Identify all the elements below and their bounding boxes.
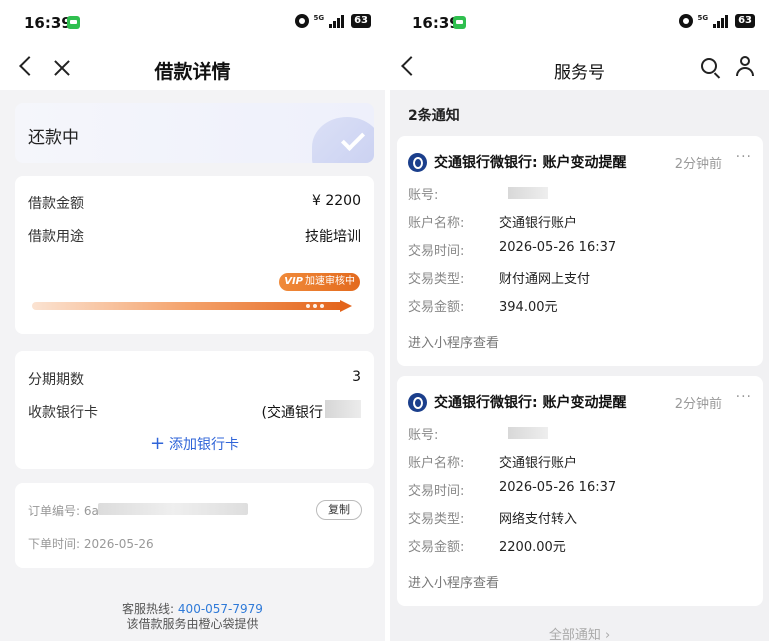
notification-header: 交通银行微银行: 账户变动提醒 2分钟前 ··· (408, 149, 752, 172)
progress-dots (306, 304, 324, 308)
message-notification-icon (67, 16, 80, 29)
field-key: 账号: (408, 428, 439, 443)
signal-icon (713, 14, 729, 28)
masked-account (508, 187, 548, 199)
order-info-card: 订单编号: 6a 复制 下单时间: 2026-05-26 (15, 483, 374, 568)
vip-icon: VIP (284, 276, 303, 287)
field-value: 交通银行账户 (499, 456, 578, 471)
field-account-name: 账户名称: 交通银行账户 (408, 212, 752, 231)
notification-card[interactable]: 交通银行微银行: 账户变动提醒 2分钟前 ··· 账号: 账户名称: 交通银行账… (397, 376, 763, 606)
field-time: 交易时间: 2026-05-26 16:37 (408, 480, 752, 499)
add-bank-card-button[interactable]: + 添加银行卡 (15, 433, 374, 454)
notification-time: 2分钟前 (674, 157, 722, 172)
status-bar: 16:39 5G 63 (0, 0, 385, 46)
more-icon[interactable]: ··· (736, 389, 752, 405)
loan-status-card: 还款中 (15, 103, 374, 163)
field-key: 账户名称: (408, 216, 465, 231)
field-key: 交易类型: (408, 272, 465, 287)
status-bar: 16:39 5G 63 (390, 0, 769, 46)
vip-badge-label: 加速审核中 (305, 276, 355, 287)
masked-order-number (98, 503, 248, 515)
installment-card: 分期期数 3 收款银行卡 (交通银行 + 添加银行卡 (15, 351, 374, 469)
field-value: 网络支付转入 (499, 512, 578, 527)
field-key: 交易类型: (408, 512, 465, 527)
notification-title: 交通银行微银行: 账户变动提醒 (434, 395, 627, 411)
alarm-icon (295, 14, 310, 28)
field-value: 2200.00元 (499, 540, 566, 555)
installments-label: 分期期数 (28, 372, 84, 388)
notification-title: 交通银行微银行: 账户变动提醒 (434, 155, 627, 171)
bank-logo-icon (408, 393, 427, 412)
field-key: 交易金额: (408, 540, 465, 555)
nav-bar: 借款详情 (0, 46, 385, 90)
hotline-label: 客服热线: (122, 602, 175, 616)
bank-logo-icon (408, 153, 427, 172)
field-value: 2026-05-26 16:37 (499, 240, 617, 255)
plus-icon: + (149, 433, 166, 454)
field-amount: 交易金额: 394.00元 (408, 296, 752, 315)
provider-note: 该借款服务由橙心袋提供 (126, 617, 259, 631)
order-number-label: 订单编号: 6a (28, 504, 99, 518)
field-amount: 交易金额: 2200.00元 (408, 536, 752, 555)
bank-card-label: 收款银行卡 (28, 405, 98, 421)
loan-status: 还款中 (28, 128, 79, 148)
service-account-screen: 16:39 5G 63 服务号 2条通知 交通银行微银行: 账户变动提醒 2分钟… (390, 0, 769, 641)
network-type: 5G (697, 14, 709, 22)
vip-review-badge: VIP 加速审核中 (279, 273, 360, 291)
user-icon[interactable] (735, 56, 755, 76)
field-key: 交易金额: (408, 300, 465, 315)
field-key: 交易时间: (408, 244, 465, 259)
notification-time: 2分钟前 (674, 397, 722, 412)
amount-label: 借款金额 (28, 196, 84, 212)
field-type: 交易类型: 网络支付转入 (408, 508, 752, 527)
masked-card-number (325, 400, 361, 418)
field-type: 交易类型: 财付通网上支付 (408, 268, 752, 287)
alarm-icon (679, 14, 694, 28)
system-icons: 5G 63 (295, 14, 371, 28)
open-miniprogram-link[interactable]: 进入小程序查看 (408, 572, 499, 591)
notification-card[interactable]: 交通银行微银行: 账户变动提醒 2分钟前 ··· 账号: 账户名称: 交通银行账… (397, 136, 763, 366)
loan-amount-card: 借款金额 ¥ 2200 借款用途 技能培训 VIP 加速审核中 (15, 176, 374, 334)
message-notification-icon (453, 16, 466, 29)
signal-icon (329, 14, 345, 28)
status-time: 16:39 (24, 14, 72, 32)
amount-value: ¥ 2200 (312, 193, 361, 209)
review-progress-bar (32, 300, 352, 312)
field-value: 交通银行账户 (499, 216, 578, 231)
field-account-name: 账户名称: 交通银行账户 (408, 452, 752, 471)
field-account: 账号: (408, 184, 752, 203)
field-value: 2026-05-26 16:37 (499, 480, 617, 495)
purpose-label: 借款用途 (28, 229, 84, 245)
field-account: 账号: (408, 424, 752, 443)
order-time: 下单时间: 2026-05-26 (28, 537, 154, 551)
notification-header: 交通银行微银行: 账户变动提醒 2分钟前 ··· (408, 389, 752, 412)
loan-detail-screen: 16:39 5G 63 借款详情 还款中 借款金额 ¥ 2200 借款用途 技能… (0, 0, 385, 641)
field-key: 账户名称: (408, 456, 465, 471)
copy-button[interactable]: 复制 (316, 500, 362, 520)
bank-card-value: (交通银行 (261, 405, 323, 421)
purpose-value: 技能培训 (305, 229, 361, 245)
system-icons: 5G 63 (679, 14, 755, 28)
notification-count: 2条通知 (408, 108, 460, 124)
add-card-label: 添加银行卡 (169, 437, 240, 453)
field-value: 394.00元 (499, 300, 558, 315)
search-icon[interactable] (701, 58, 717, 74)
all-notifications-link[interactable]: 全部通知 › (390, 624, 769, 641)
page-title: 借款详情 (154, 61, 231, 83)
masked-account (508, 427, 548, 439)
more-icon[interactable]: ··· (736, 149, 752, 165)
field-time: 交易时间: 2026-05-26 16:37 (408, 240, 752, 259)
nav-bar: 服务号 (390, 46, 769, 90)
open-miniprogram-link[interactable]: 进入小程序查看 (408, 332, 499, 351)
field-key: 交易时间: (408, 484, 465, 499)
battery-icon: 63 (351, 14, 371, 28)
hotline-number[interactable]: 400-057-7979 (178, 602, 263, 616)
field-value: 财付通网上支付 (499, 272, 591, 287)
field-key: 账号: (408, 188, 439, 203)
network-type: 5G (313, 14, 325, 22)
installments-value: 3 (352, 369, 361, 385)
battery-icon: 63 (735, 14, 755, 28)
